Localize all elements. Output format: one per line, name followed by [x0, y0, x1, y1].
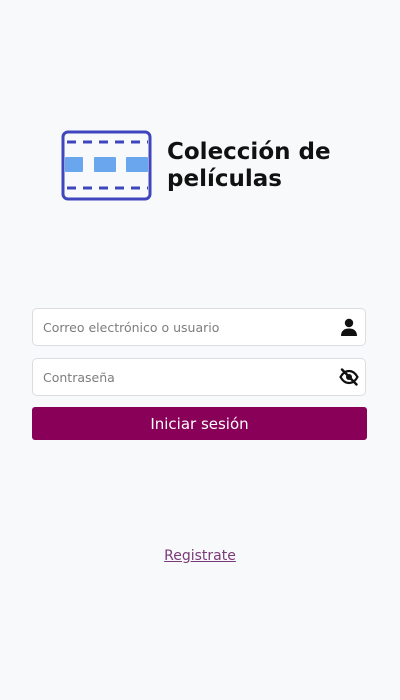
- login-button[interactable]: Iniciar sesión: [32, 407, 367, 440]
- password-field[interactable]: [32, 358, 366, 396]
- username-input[interactable]: [33, 309, 323, 345]
- eye-off-icon[interactable]: [339, 367, 359, 387]
- user-icon: [341, 318, 357, 336]
- register-link[interactable]: Registrate: [0, 548, 400, 564]
- brand-header: Colección de películas: [61, 130, 337, 202]
- username-field[interactable]: [32, 308, 366, 346]
- film-strip-icon: [61, 130, 152, 201]
- app-title: Colección de películas: [167, 139, 331, 192]
- password-input[interactable]: [33, 359, 323, 395]
